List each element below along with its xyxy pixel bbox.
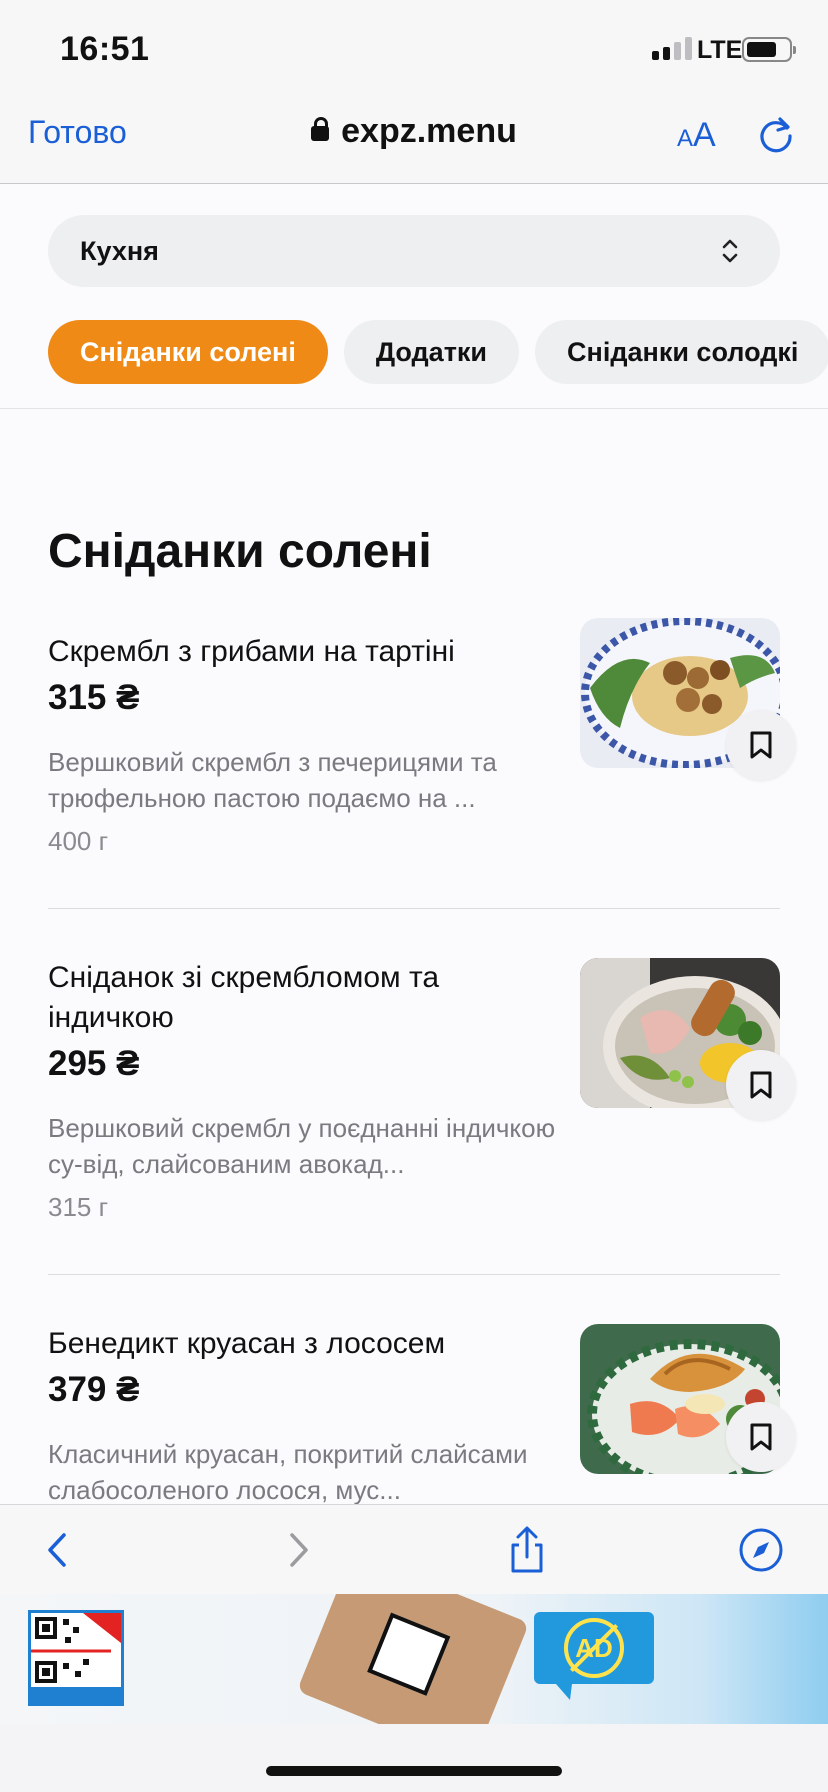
item-description: Вершковий скрембл у поєднанні індичкою с… xyxy=(48,1113,556,1179)
category-select[interactable]: Кухня xyxy=(48,215,780,287)
item-description: Вершковий скрембл з печерицями та трюфел… xyxy=(48,747,497,813)
browser-top-bar: Готово expz.menu AA xyxy=(0,100,828,184)
chip-extras[interactable]: Додатки xyxy=(343,320,520,384)
bookmark-button[interactable] xyxy=(726,1050,796,1120)
category-select-value: Кухня xyxy=(80,236,159,266)
home-indicator-area xyxy=(0,1724,828,1792)
text-size-small-label: A xyxy=(677,125,694,152)
chip-sweet-breakfasts[interactable]: Сніданки солодкі xyxy=(535,320,828,384)
item-weight: 315 г xyxy=(48,1192,109,1222)
mixerbox-logo xyxy=(28,1610,124,1706)
browser-toolbar xyxy=(0,1504,828,1594)
item-name: Бенедикт круасан з лососем xyxy=(48,1327,446,1360)
battery-icon xyxy=(742,37,796,62)
divider xyxy=(48,1274,780,1275)
ad-bubble: AD xyxy=(534,1612,654,1700)
status-time: 16:51 xyxy=(60,30,150,68)
lock-icon xyxy=(311,117,330,141)
category-chips: Сніданки солені Додатки Сніданки солодкі xyxy=(48,320,828,384)
item-name: Скрембл з грибами на тартіні xyxy=(48,635,455,668)
divider xyxy=(48,908,780,909)
text-size-big-label: A xyxy=(693,116,716,154)
text-size-button[interactable]: AA xyxy=(677,116,716,155)
signal-icon xyxy=(652,36,692,60)
no-ads-icon: AD xyxy=(564,1618,624,1678)
item-name: Сніданок зі скрембломом та індичкою xyxy=(48,961,440,1034)
back-icon[interactable] xyxy=(34,1525,84,1575)
menu-item[interactable]: Бенедикт круасан з лососем 379 ₴ Класичн… xyxy=(48,1324,796,1505)
status-bar: 16:51 LTE xyxy=(0,0,828,100)
ad-banner[interactable]: AD xyxy=(0,1594,828,1724)
item-weight: 400 г xyxy=(48,826,109,856)
chip-savory-breakfasts[interactable]: Сніданки солені xyxy=(48,320,328,384)
bookmark-icon xyxy=(750,1423,772,1451)
forward-icon[interactable] xyxy=(272,1525,322,1575)
ad-card-image xyxy=(296,1594,530,1724)
bookmark-button[interactable] xyxy=(726,710,796,780)
url-text: expz.menu xyxy=(341,112,517,150)
bookmark-icon xyxy=(750,731,772,759)
compass-icon[interactable] xyxy=(736,1525,786,1575)
bookmark-button[interactable] xyxy=(726,1402,796,1472)
item-description: Класичний круасан, покритий слайсами сла… xyxy=(48,1439,528,1505)
item-price: 315 ₴ xyxy=(48,678,140,717)
menu-item[interactable]: Скрембл з грибами на тартіні 315 ₴ Вершк… xyxy=(48,618,796,862)
item-price: 379 ₴ xyxy=(48,1370,140,1409)
menu-item[interactable]: Сніданок зі скрембломом та індичкою 295 … xyxy=(48,958,796,1228)
reload-icon[interactable] xyxy=(756,114,796,154)
network-type: LTE xyxy=(697,36,743,64)
item-price: 295 ₴ xyxy=(48,1044,140,1083)
home-indicator[interactable] xyxy=(266,1766,562,1776)
section-title: Сніданки солені xyxy=(48,525,432,578)
bookmark-icon xyxy=(750,1071,772,1099)
chevron-updown-icon xyxy=(722,239,738,263)
category-header: Кухня Сніданки солені Додатки Сніданки с… xyxy=(0,185,828,409)
share-icon[interactable] xyxy=(502,1525,552,1575)
